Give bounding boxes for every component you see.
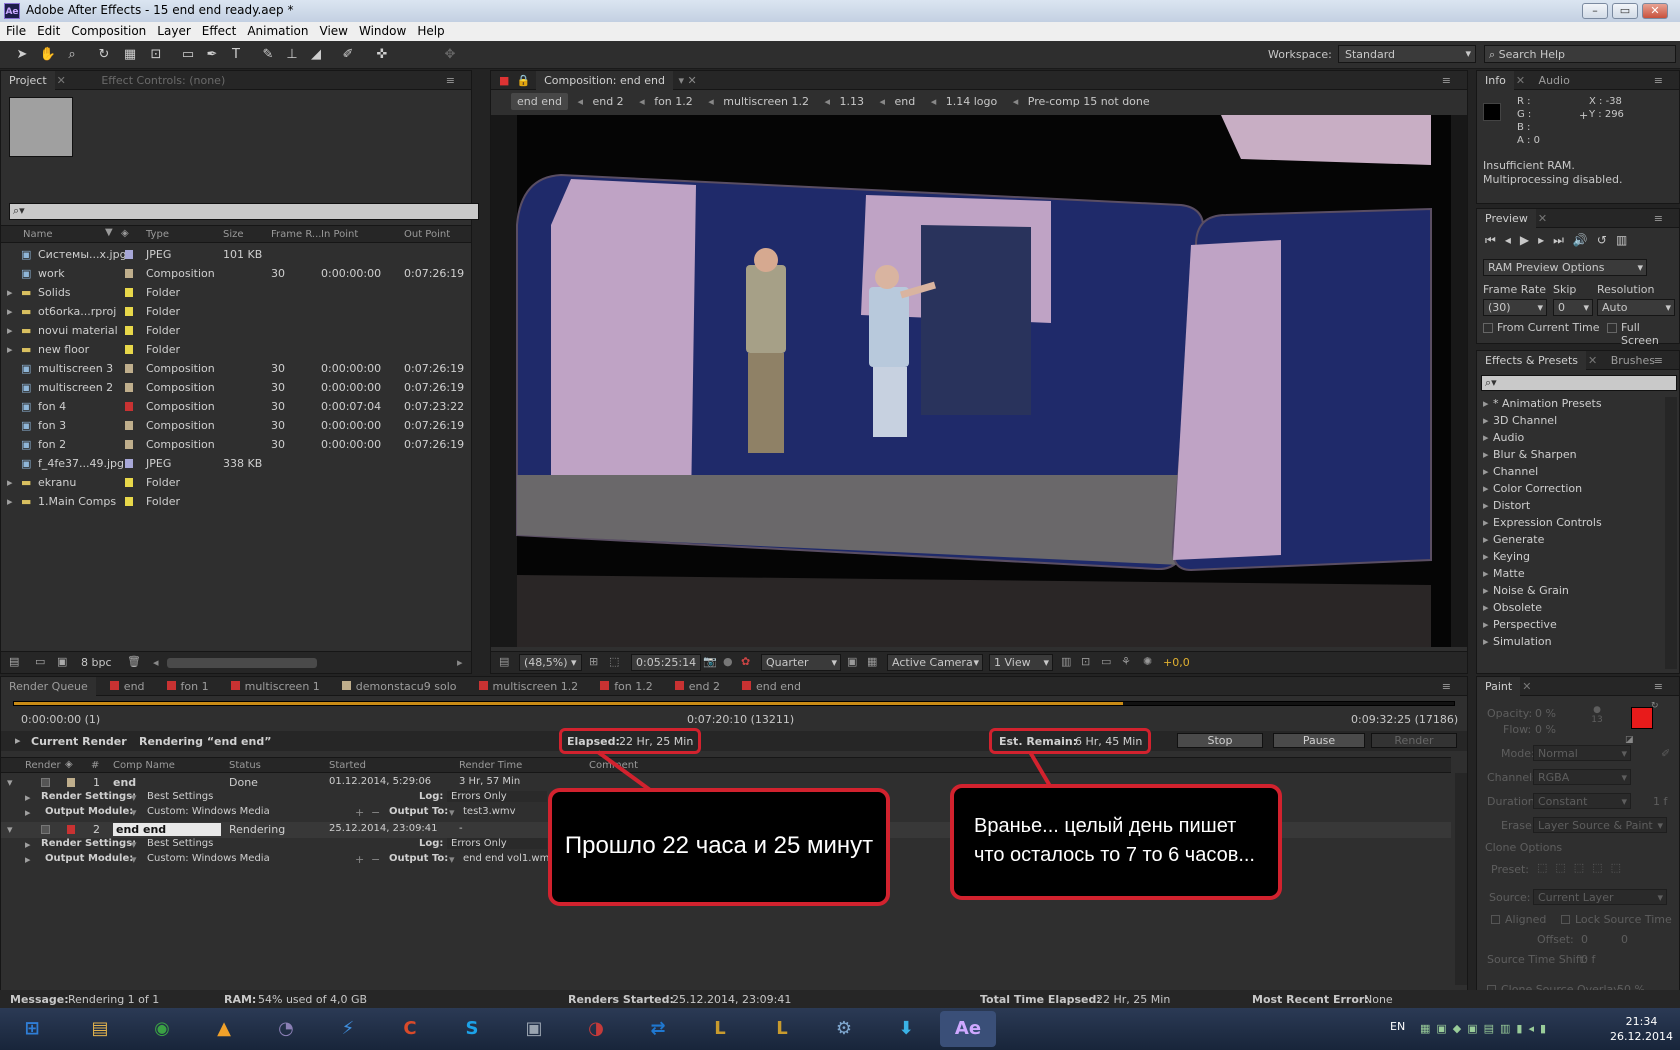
tray-icons[interactable]: ▦▣◆▣▤▥▮◂▮ [1420, 1022, 1552, 1035]
render-status-bar: Message: Rendering 1 of 1 RAM: 54% used … [0, 990, 1680, 1008]
remain-callout-line2: что осталось то 7 то 6 часов... [974, 844, 1255, 866]
ram-value: 54% used of 4,0 GB [258, 993, 368, 1006]
utorrent-icon[interactable]: ⚡ [320, 1011, 376, 1047]
message-label: Message: [10, 993, 69, 1006]
clock-date: 26.12.2014 [1610, 1030, 1673, 1043]
total-elapsed-label: Total Time Elapsed: [980, 993, 1101, 1006]
ram-label: RAM: [224, 993, 257, 1006]
chrome-icon[interactable]: ◉ [134, 1011, 190, 1047]
left-callout-pointer [596, 750, 652, 792]
explorer-icon[interactable]: ▤ [72, 1011, 128, 1047]
teamviewer-icon[interactable]: ⇄ [630, 1011, 686, 1047]
language-indicator[interactable]: EN [1390, 1020, 1405, 1033]
app-badge-icon[interactable]: ▣ [506, 1011, 562, 1047]
start-orb-icon[interactable]: ⊞ [4, 1011, 60, 1047]
remain-callout-line1: Вранье... целый день пишет [974, 815, 1237, 837]
after-effects-icon[interactable]: Ae [940, 1011, 996, 1047]
message-value: Rendering 1 of 1 [68, 993, 160, 1006]
tor-icon[interactable]: ◔ [258, 1011, 314, 1047]
elapsed-callout: Прошло 22 часа и 25 минут [548, 788, 890, 906]
network-icon[interactable]: ⚙ [816, 1011, 872, 1047]
total-elapsed-value: 22 Hr, 25 Min [1096, 993, 1171, 1006]
recent-error-value: None [1364, 993, 1393, 1006]
remain-callout: Вранье... целый день пишет что осталось … [950, 784, 1282, 900]
aimp-icon[interactable]: ▲ [196, 1011, 252, 1047]
media-icon[interactable]: ◑ [568, 1011, 624, 1047]
clock-time: 21:34 [1625, 1015, 1658, 1028]
clock[interactable]: 21:34 26.12.2014 [1610, 1014, 1673, 1044]
download-icon[interactable]: ⬇ [878, 1011, 934, 1047]
renders-started-value: 25.12.2014, 23:09:41 [672, 993, 792, 1006]
recent-error-label: Most Recent Error: [1252, 993, 1369, 1006]
right-callout-pointer [1028, 750, 1052, 788]
league-icon-2[interactable]: L [754, 1011, 810, 1047]
taskbar-apps: ⊞ ▤ ◉ ▲ ◔ ⚡ C S ▣ ◑ ⇄ L L ⚙ ⬇ Ae [0, 1008, 1380, 1050]
league-icon[interactable]: L [692, 1011, 748, 1047]
renders-started-label: Renders Started: [568, 993, 674, 1006]
windows-taskbar: ⊞ ▤ ◉ ▲ ◔ ⚡ C S ▣ ◑ ⇄ L L ⚙ ⬇ Ae EN ▦▣◆▣▤▥▮◂▮ 21:34 26.… [0, 1008, 1680, 1050]
skype-icon[interactable]: S [444, 1011, 500, 1047]
ccleaner-icon[interactable]: C [382, 1011, 438, 1047]
